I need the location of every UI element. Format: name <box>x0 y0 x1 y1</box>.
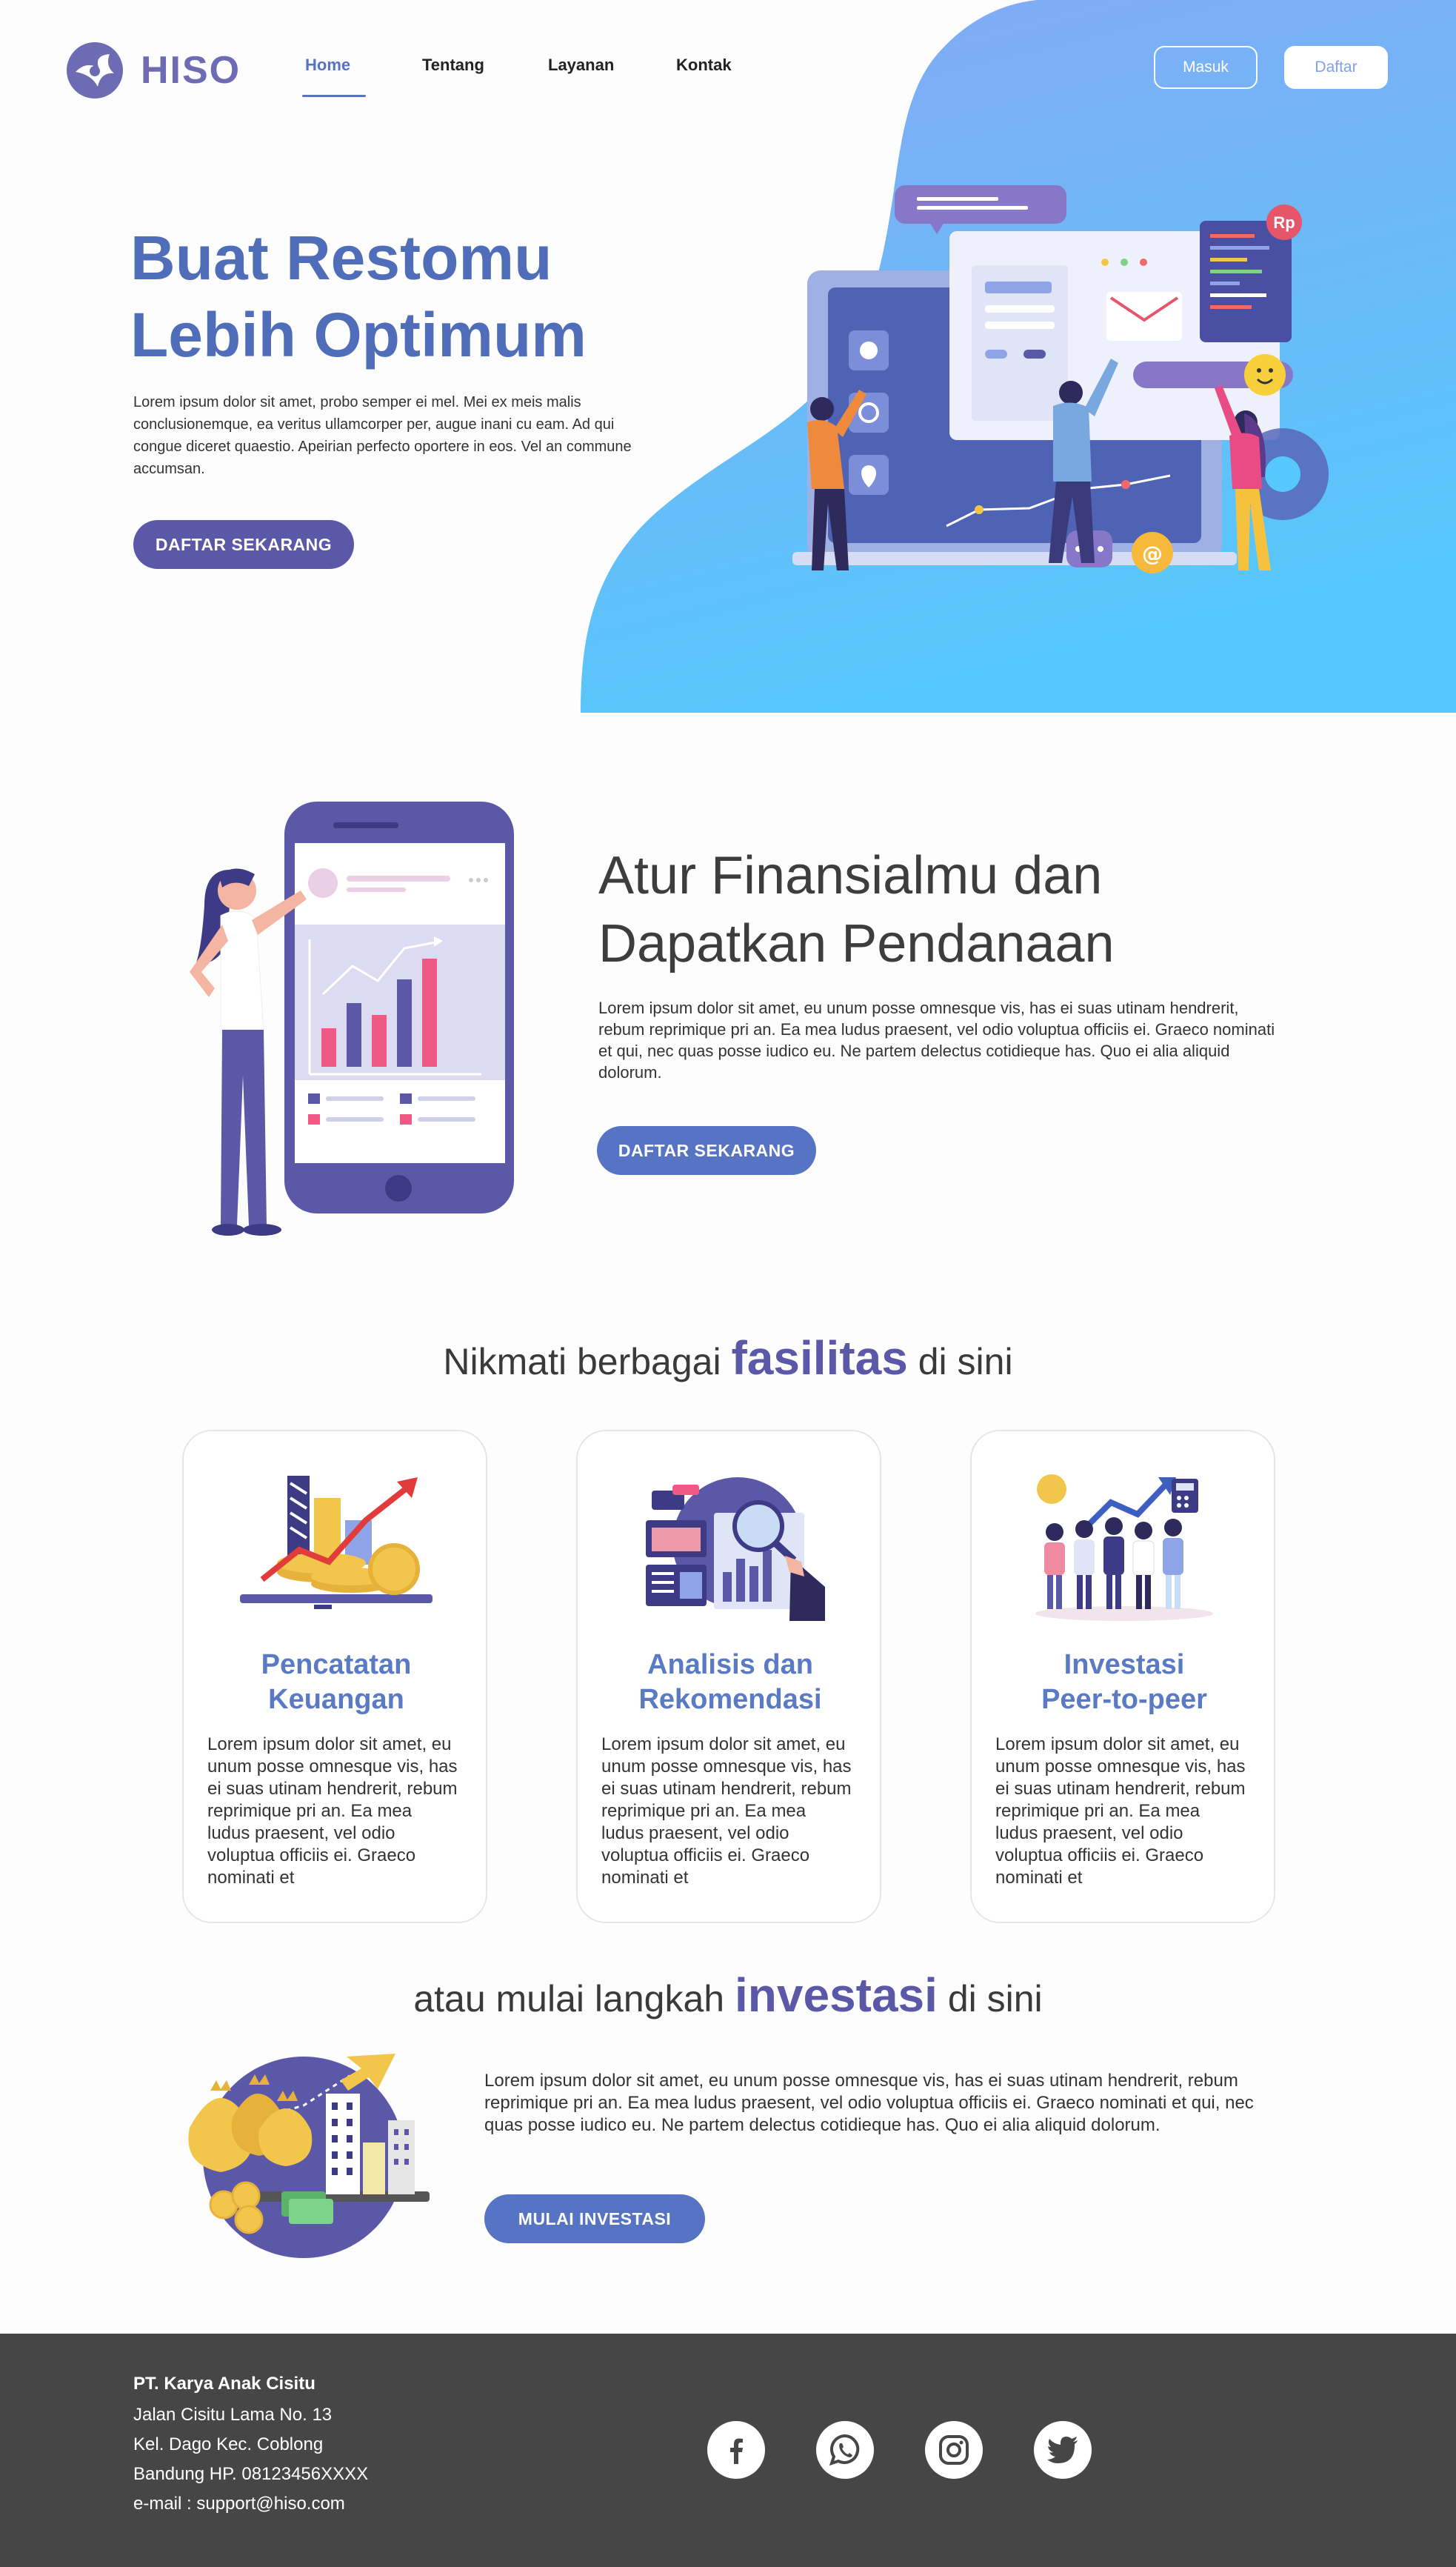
nav-kontak[interactable]: Kontak <box>676 56 732 75</box>
facilities-heading: Nikmati berbagai fasilitas di sini <box>0 1331 1456 1385</box>
facility-card-financial-records[interactable]: Pencatatan Keuangan Lorem ipsum dolor si… <box>182 1430 487 1923</box>
hero-title-line1: Buat Restomu <box>130 223 552 293</box>
facility-card-title-line1: Investasi <box>1063 1649 1185 1680</box>
investment-heading-emphasis: investasi <box>734 1968 938 2022</box>
investment-city-illustration <box>188 2054 430 2258</box>
instagram-icon <box>939 2435 969 2465</box>
facility-card-title: Investasi Peer-to-peer <box>986 1648 1262 1717</box>
finance-phone-illustration <box>190 802 514 1236</box>
finance-title-line2: Dapatkan Pendanaan <box>598 914 1115 973</box>
footer-company-name: PT. Karya Anak Cisitu <box>133 2374 315 2394</box>
brand-name: HISO <box>141 49 241 92</box>
finance-title: Atur Finansialmu dan Dapatkan Pendanaan <box>598 842 1265 978</box>
logo-icon <box>67 42 123 99</box>
instagram-link[interactable] <box>925 2421 983 2479</box>
facility-card-title: Pencatatan Keuangan <box>198 1648 474 1717</box>
register-button[interactable]: Daftar <box>1284 46 1388 89</box>
footer-address-line: Bandung HP. 08123456XXXX <box>133 2464 369 2484</box>
nav-tentang[interactable]: Tentang <box>422 56 484 75</box>
footer-address-line: Jalan Cisitu Lama No. 13 <box>133 2405 333 2425</box>
hero-description: Lorem ipsum dolor sit amet, probo semper… <box>133 394 632 477</box>
finance-title-line1: Atur Finansialmu dan <box>598 846 1103 905</box>
hero-title: Buat Restomu Lebih Optimum <box>130 219 693 373</box>
login-button[interactable]: Masuk <box>1154 46 1258 89</box>
nav-layanan[interactable]: Layanan <box>548 56 614 75</box>
investment-heading-pre: atau mulai langkah <box>413 1978 725 2020</box>
hero-dashboard-illustration: Rp @ <box>792 185 1329 573</box>
team-investment-icon <box>1035 1474 1213 1621</box>
whatsapp-link[interactable] <box>816 2421 874 2479</box>
whatsapp-icon <box>829 2434 860 2466</box>
hero-register-now-button[interactable]: DAFTAR SEKARANG <box>133 520 354 569</box>
investment-heading: atau mulai langkah investasi di sini <box>0 1968 1456 2022</box>
facility-card-title-line2: Rekomendasi <box>638 1684 822 1715</box>
finance-growth-icon <box>240 1476 433 1609</box>
facility-card-p2p-investment[interactable]: Investasi Peer-to-peer Lorem ipsum dolor… <box>970 1430 1275 1923</box>
facilities-heading-emphasis: fasilitas <box>731 1331 908 1385</box>
brand-logo[interactable]: HISO <box>65 37 332 104</box>
facility-card-analysis[interactable]: Analisis dan Rekomendasi Lorem ipsum dol… <box>576 1430 881 1923</box>
facility-card-title-line2: Keuangan <box>268 1684 404 1715</box>
facility-card-description: Lorem ipsum dolor sit amet, eu unum poss… <box>601 1734 852 1888</box>
nav-home[interactable]: Home <box>305 56 350 75</box>
twitter-icon <box>1047 2437 1078 2463</box>
facebook-link[interactable] <box>707 2421 765 2479</box>
facility-card-title-line1: Analisis dan <box>647 1649 813 1680</box>
footer-address-line: Kel. Dago Kec. Coblong <box>133 2434 324 2454</box>
investment-heading-post: di sini <box>947 1978 1043 2020</box>
facility-card-description: Lorem ipsum dolor sit amet, eu unum poss… <box>995 1734 1246 1888</box>
twitter-link[interactable] <box>1034 2421 1092 2479</box>
svg-text:@: @ <box>1142 542 1163 566</box>
nav-active-indicator <box>302 95 366 97</box>
facility-card-title: Analisis dan Rekomendasi <box>592 1648 868 1717</box>
finance-register-now-button[interactable]: DAFTAR SEKARANG <box>597 1126 816 1175</box>
facilities-heading-pre: Nikmati berbagai <box>443 1341 721 1382</box>
hero-title-line2: Lebih Optimum <box>130 300 587 370</box>
facility-card-description: Lorem ipsum dolor sit amet, eu unum poss… <box>207 1734 458 1888</box>
analytics-icon <box>646 1477 825 1621</box>
investment-description: Lorem ipsum dolor sit amet, eu unum poss… <box>484 2071 1254 2135</box>
facilities-heading-post: di sini <box>918 1341 1013 1382</box>
facility-card-title-line2: Peer-to-peer <box>1041 1684 1207 1715</box>
facebook-icon <box>730 2438 743 2464</box>
facility-card-title-line1: Pencatatan <box>261 1649 412 1680</box>
footer-email: e-mail : support@hiso.com <box>133 2494 345 2514</box>
start-investing-button[interactable]: MULAI INVESTASI <box>484 2194 705 2243</box>
finance-description: Lorem ipsum dolor sit amet, eu unum poss… <box>598 999 1275 1082</box>
rupiah-badge-icon: Rp <box>1273 213 1295 232</box>
